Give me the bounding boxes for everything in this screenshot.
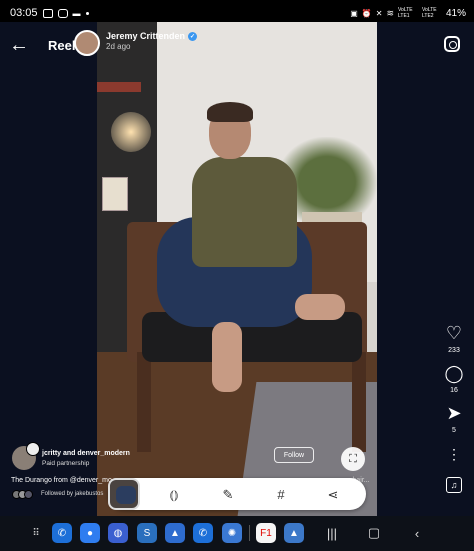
phone-app-icon[interactable]: ✆ [52, 523, 72, 543]
like-action[interactable]: ♡ 233 [443, 322, 465, 354]
formula-one-app-icon[interactable]: F1 [256, 523, 276, 543]
battery-level: 41% [445, 7, 466, 19]
sim-icon: ▣ [350, 8, 358, 18]
photo-chair-leg-right [352, 352, 366, 452]
photo-person-hair [207, 102, 253, 122]
photo-person-foot-lower [212, 322, 242, 392]
caption-text[interactable]: The Durango from @denver_mo [11, 477, 112, 484]
comment-count: 16 [450, 387, 458, 394]
recents-nav-icon[interactable]: ||| [323, 524, 341, 542]
author-name-row[interactable]: Jeremy Crittenden ✓ [106, 31, 198, 41]
comment-icon[interactable]: ◯ [443, 362, 465, 384]
post-time: 2d ago [106, 42, 131, 51]
taskbar-divider [249, 525, 250, 541]
gallery-icon [42, 8, 53, 18]
network-2: VoLTE LTE2 [421, 7, 437, 19]
browser-app-icon[interactable]: ◍ [108, 523, 128, 543]
followed-by-avatars [12, 490, 33, 499]
alarm-icon: ⏰ [361, 8, 372, 18]
hashtag-icon[interactable]: # [271, 485, 291, 503]
author-avatar[interactable] [74, 30, 100, 56]
author-name[interactable]: Jeremy Crittenden [106, 31, 185, 41]
settings-app-icon[interactable]: ✺ [222, 523, 242, 543]
verified-icon: ✓ [188, 31, 198, 41]
back-arrow-icon[interactable]: ← [8, 34, 30, 56]
network-1: VoLTE LTE1 [397, 7, 413, 19]
photo-books [97, 82, 141, 92]
reel-stage[interactable] [0, 22, 474, 516]
paid-partnership-label[interactable]: Paid partnership [42, 460, 89, 467]
share-count: 5 [452, 427, 456, 434]
recent-app-icon[interactable]: ▲ [284, 523, 304, 543]
photo-frame [102, 177, 128, 211]
gallery-app-icon[interactable]: ▲ [165, 523, 185, 543]
status-time: 03:05 [10, 7, 38, 19]
scan-icon[interactable]: ⛶ [341, 447, 365, 471]
edge-app-icon[interactable]: S [137, 523, 157, 543]
collab-names[interactable]: jcritty and denver_modern [42, 450, 130, 457]
photo-person-shirt [192, 157, 297, 267]
wifi-icon: ≋ [386, 7, 394, 18]
audio-icon[interactable]: ♫ [446, 477, 462, 493]
home-nav-icon[interactable]: ▢ [365, 524, 383, 542]
share-action[interactable]: ➤ 5 [443, 402, 465, 434]
instagram-icon [57, 8, 68, 18]
mute-icon: ✕ [375, 8, 383, 18]
share-toolbar-icon[interactable]: ⋖ [323, 485, 343, 503]
follow-button[interactable]: Follow [274, 447, 314, 463]
toolbar-thumbnail[interactable] [108, 478, 140, 510]
photo-person-foot [295, 294, 345, 320]
phone-secondary-icon[interactable]: ✆ [193, 523, 213, 543]
messages-app-icon[interactable]: ● [80, 523, 100, 543]
share-icon[interactable]: ➤ [443, 402, 465, 424]
edit-icon[interactable]: ✎ [218, 485, 238, 503]
like-count: 233 [448, 347, 460, 354]
more-vertical-icon[interactable]: ⋮ [447, 446, 461, 463]
action-rail: ♡ 233 ◯ 16 ➤ 5 ⋮ ♫ [438, 322, 470, 493]
notification-dot-icon [85, 11, 89, 15]
camera-icon[interactable] [444, 36, 460, 52]
formula-one-icon: ▬ [72, 8, 81, 18]
app-drawer-icon[interactable]: ⠿ [26, 523, 46, 543]
collab-avatar-secondary[interactable] [26, 442, 40, 456]
smart-select-icon[interactable]: ⦅⦆ [164, 485, 184, 503]
photo-chair-leg-left [137, 352, 151, 452]
reel-video[interactable] [97, 22, 377, 516]
photo-lamp-glow [111, 112, 151, 152]
back-nav-icon[interactable]: ‹ [408, 524, 426, 542]
comment-action[interactable]: ◯ 16 [443, 362, 465, 395]
follower-avatar [24, 490, 33, 499]
heart-icon[interactable]: ♡ [443, 322, 465, 344]
followed-by-text: Followed by jakebustos [41, 491, 104, 497]
